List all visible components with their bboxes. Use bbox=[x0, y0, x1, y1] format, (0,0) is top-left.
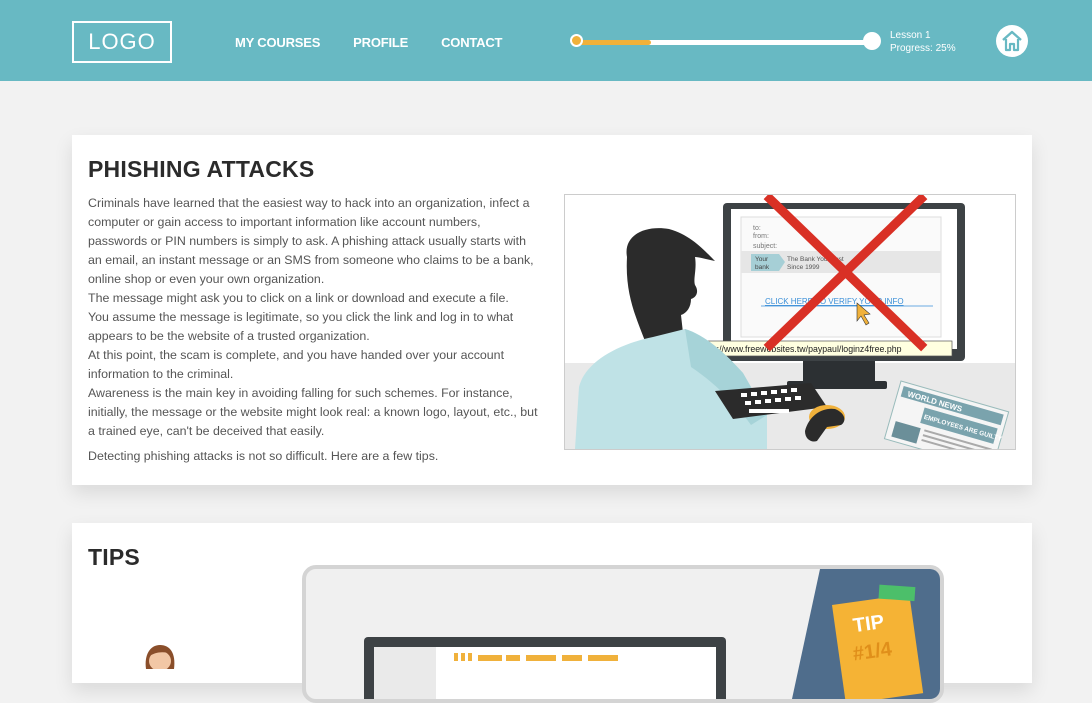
nav-profile[interactable]: PROFILE bbox=[353, 35, 408, 50]
bank-since: Since 1999 bbox=[787, 264, 820, 271]
progress-label: Progress: 25% bbox=[890, 43, 956, 54]
section-title-phishing: PHISHING ATTACKS bbox=[88, 156, 315, 182]
tooltip-url: http://www.freewebsites.tw/paypaul/login… bbox=[702, 344, 902, 354]
nav-my-courses[interactable]: MY COURSES bbox=[235, 35, 320, 50]
man-silhouette bbox=[626, 228, 715, 341]
paragraph: Criminals have learned that the easiest … bbox=[88, 196, 534, 286]
progress-fill bbox=[577, 40, 651, 45]
logo[interactable]: LOGO bbox=[72, 21, 172, 63]
tips-scene: TIP #1/4 bbox=[364, 569, 940, 699]
phishing-scene: to: from: subject: Your bank The Bank You… bbox=[565, 195, 1015, 449]
paragraph: At this point, the scam is complete, and… bbox=[88, 348, 505, 381]
email-from-label: from: bbox=[753, 233, 769, 240]
home-button[interactable] bbox=[996, 25, 1028, 57]
paragraph: Detecting phishing attacks is not so dif… bbox=[88, 449, 439, 463]
tip-label: TIP bbox=[852, 611, 886, 637]
tips-card: TIPS TIP #1/4 bbox=[72, 523, 1032, 703]
phishing-card: PHISHING ATTACKS Criminals have learned … bbox=[72, 135, 1032, 485]
lesson-progress-bar bbox=[570, 32, 881, 50]
lesson-label: Lesson 1 bbox=[890, 30, 931, 41]
paragraph: You assume the message is legitimate, so… bbox=[88, 310, 514, 343]
home-icon bbox=[1002, 30, 1022, 52]
top-navigation-bar: LOGO MY COURSES PROFILE CONTACT Lesson 1… bbox=[0, 0, 1092, 81]
tip-note-tape bbox=[878, 584, 916, 602]
email-subject-label: subject: bbox=[753, 243, 777, 250]
email-to-label: to: bbox=[753, 225, 761, 232]
paragraph: The message might ask you to click on a … bbox=[88, 291, 509, 305]
paragraph: Awareness is the main key in avoiding fa… bbox=[88, 386, 538, 438]
nav-contact[interactable]: CONTACT bbox=[441, 35, 502, 50]
phishing-body: Criminals have learned that the easiest … bbox=[88, 194, 543, 466]
section-title-tips: TIPS bbox=[88, 544, 140, 570]
tips-slide-frame: TIP #1/4 bbox=[302, 565, 944, 703]
lesson-info: Lesson 1 Progress: 25% bbox=[890, 29, 956, 55]
character-head-icon bbox=[145, 645, 175, 669]
progress-start-knob bbox=[570, 34, 583, 47]
progress-end-knob bbox=[863, 32, 881, 50]
phishing-illustration: to: from: subject: Your bank The Bank You… bbox=[564, 194, 1016, 450]
bank-badge-text: Your bank bbox=[755, 256, 770, 271]
main-nav: MY COURSES PROFILE CONTACT bbox=[235, 35, 502, 50]
